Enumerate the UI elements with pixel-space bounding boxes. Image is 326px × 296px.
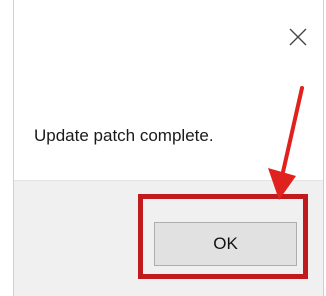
close-icon xyxy=(289,28,307,46)
screenshot-page: Update patch complete. OK xyxy=(0,0,326,296)
ok-button[interactable]: OK xyxy=(154,222,297,266)
message-dialog: Update patch complete. OK xyxy=(13,0,324,296)
close-button[interactable] xyxy=(288,27,308,47)
dialog-message: Update patch complete. xyxy=(34,126,214,145)
dialog-footer: OK xyxy=(14,180,323,296)
